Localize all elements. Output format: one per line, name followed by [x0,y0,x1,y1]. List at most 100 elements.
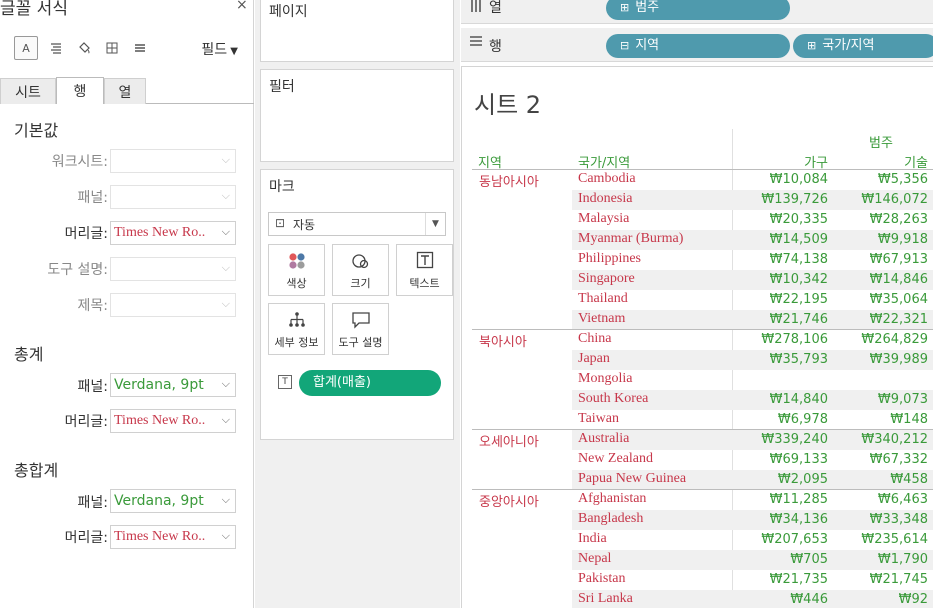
country-cell[interactable]: Cambodia [578,171,636,187]
pages-card[interactable]: 페이지 [260,0,454,62]
borders-icon[interactable] [100,36,124,60]
detail-button[interactable]: 세부 정보 [268,303,325,355]
technology-value[interactable]: ₩14,846 [832,272,928,287]
technology-value[interactable]: ₩92 [832,592,928,607]
country-cell[interactable]: Japan [578,351,610,367]
technology-value[interactable]: ₩264,829 [832,332,928,347]
tooltip-font-select[interactable]: ⌵ [110,257,236,281]
lines-icon[interactable] [128,36,152,60]
country-cell[interactable]: Papua New Guinea [578,471,686,487]
furniture-value[interactable]: ₩2,095 [732,472,828,487]
pane-font-select[interactable]: ⌵ [110,185,236,209]
technology-value[interactable]: ₩5,356 [832,172,928,187]
country-cell[interactable]: Bangladesh [578,511,643,527]
furniture-value[interactable]: ₩278,106 [732,332,828,347]
technology-value[interactable]: ₩146,072 [832,192,928,207]
country-cell[interactable]: Myanmar (Burma) [578,231,683,247]
furniture-value[interactable]: ₩14,840 [732,392,828,407]
country-cell[interactable]: Indonesia [578,191,632,207]
country-region-pill[interactable]: ⊞ 국가/지역 [793,34,933,58]
technology-value[interactable]: ₩22,321 [832,312,928,327]
furniture-value[interactable]: ₩69,133 [732,452,828,467]
size-button[interactable]: 크기 [332,244,389,296]
country-cell[interactable]: South Korea [578,391,648,407]
country-cell[interactable]: Vietnam [578,311,625,327]
grand-total-pane-font-select[interactable]: Verdana, 9pt ⌵ [110,489,236,513]
furniture-value[interactable]: ₩446 [732,592,828,607]
technology-value[interactable]: ₩28,263 [832,212,928,227]
furniture-value[interactable]: ₩21,735 [732,572,828,587]
country-cell[interactable]: China [578,331,611,347]
rows-shelf[interactable]: 행 ⊟ 지역 ⊞ 국가/지역 [461,28,933,62]
country-cell[interactable]: Malaysia [578,211,629,227]
furniture-value[interactable]: ₩339,240 [732,432,828,447]
region-pill[interactable]: ⊟ 지역 [606,34,790,58]
furniture-value[interactable]: ₩207,653 [732,532,828,547]
field-dropdown[interactable]: 필드 ▼ [201,39,238,59]
furniture-value[interactable]: ₩21,746 [732,312,828,327]
country-cell[interactable]: India [578,531,607,547]
furniture-value[interactable]: ₩22,195 [732,292,828,307]
technology-value[interactable]: ₩67,913 [832,252,928,267]
furniture-value[interactable]: ₩10,084 [732,172,828,187]
region-cell[interactable]: 동남아시아 [479,171,539,190]
technology-value[interactable]: ₩39,989 [832,352,928,367]
technology-value[interactable]: ₩6,463 [832,492,928,507]
furniture-value[interactable]: ₩34,136 [732,512,828,527]
category-pill[interactable]: ⊞ 범주 [606,0,790,20]
color-button[interactable]: 색상 [268,244,325,296]
worksheet-font-select[interactable]: ⌵ [110,149,236,173]
tab-sheet[interactable]: 시트 [0,78,56,104]
furniture-value[interactable]: ₩20,335 [732,212,828,227]
country-cell[interactable]: Australia [578,431,629,447]
country-cell[interactable]: Afghanistan [578,491,646,507]
technology-value[interactable]: ₩235,614 [832,532,928,547]
country-cell[interactable]: Mongolia [578,371,632,387]
furniture-value[interactable]: ₩10,342 [732,272,828,287]
furniture-value[interactable]: ₩705 [732,552,828,567]
furniture-value[interactable]: ₩14,509 [732,232,828,247]
shading-icon[interactable] [72,36,96,60]
technology-value[interactable]: ₩148 [832,412,928,427]
country-cell[interactable]: Singapore [578,271,635,287]
sum-sales-pill[interactable]: 합계(매출) [299,370,441,396]
region-cell[interactable]: 중앙아시아 [479,491,539,510]
technology-value[interactable]: ₩1,790 [832,552,928,567]
region-cell[interactable]: 오세아니아 [479,431,539,450]
technology-value[interactable]: ₩340,212 [832,432,928,447]
columns-shelf[interactable]: 열 ⊞ 범주 [461,0,933,24]
furniture-value[interactable]: ₩11,285 [732,492,828,507]
text-button[interactable]: 텍스트 [396,244,453,296]
furniture-value[interactable]: ₩74,138 [732,252,828,267]
text-encoding-icon[interactable]: T [278,375,292,389]
total-pane-font-select[interactable]: Verdana, 9pt ⌵ [110,373,236,397]
technology-value[interactable]: ₩9,918 [832,232,928,247]
country-cell[interactable]: Sri Lanka [578,591,633,607]
technology-value[interactable]: ₩35,064 [832,292,928,307]
technology-value[interactable]: ₩458 [832,472,928,487]
region-cell[interactable]: 북아시아 [479,331,527,350]
furniture-value[interactable]: ₩139,726 [732,192,828,207]
total-header-font-select[interactable]: Times New Ro.. ⌵ [110,409,236,433]
header-font-select[interactable]: Times New Ro.. ⌵ [110,221,236,245]
filters-card[interactable]: 필터 [260,69,454,162]
technology-value[interactable]: ₩21,745 [832,572,928,587]
grand-total-header-font-select[interactable]: Times New Ro.. ⌵ [110,525,236,549]
country-cell[interactable]: Philippines [578,251,641,267]
country-cell[interactable]: New Zealand [578,451,653,467]
furniture-value[interactable]: ₩6,978 [732,412,828,427]
alignment-icon[interactable] [44,36,68,60]
mark-type-select[interactable]: ⊡ 자동 ▼ [268,212,446,236]
tab-columns[interactable]: 열 [104,78,146,104]
font-format-icon[interactable]: A [14,36,38,60]
tab-rows[interactable]: 행 [56,77,104,104]
furniture-value[interactable]: ₩35,793 [732,352,828,367]
technology-value[interactable]: ₩33,348 [832,512,928,527]
close-icon[interactable]: × [236,0,248,13]
country-cell[interactable]: Pakistan [578,571,625,587]
technology-value[interactable]: ₩67,332 [832,452,928,467]
country-cell[interactable]: Thailand [578,291,628,307]
country-cell[interactable]: Nepal [578,551,611,567]
technology-value[interactable]: ₩9,073 [832,392,928,407]
country-cell[interactable]: Taiwan [578,411,619,427]
